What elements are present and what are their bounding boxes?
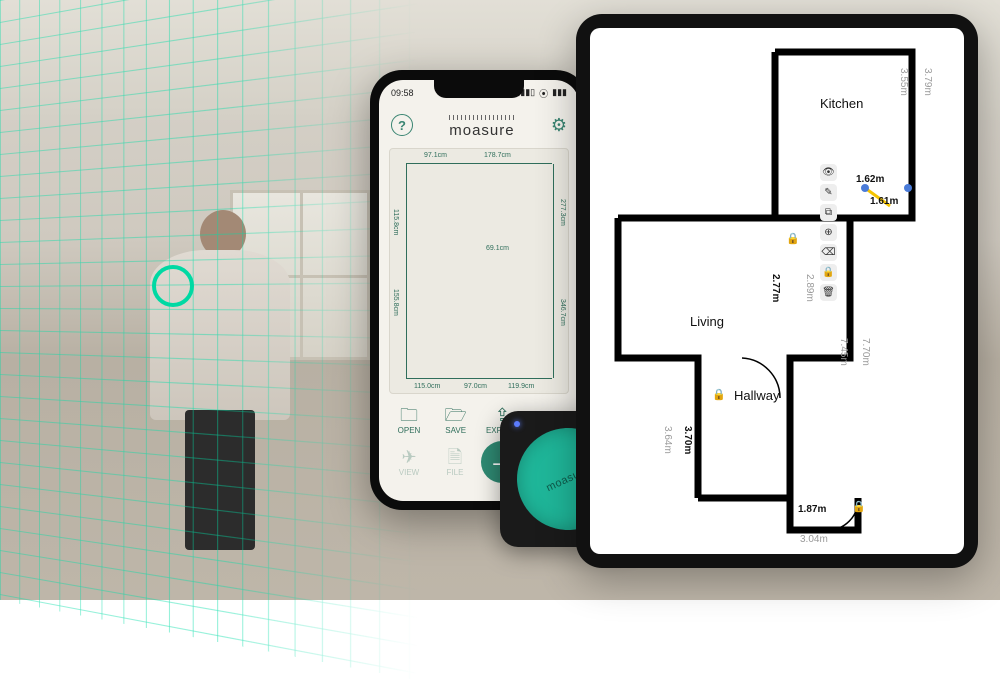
fp-dim-kitchen-door: 1.61m [870,196,898,207]
file-button[interactable]: 🗎 FILE [435,448,475,477]
fp-dim-hall-l: 3.64m [662,426,673,454]
fp-dim-mid-l: 2.77m [770,274,781,302]
person-using-device [140,210,300,510]
status-time: 09:58 [391,88,414,98]
room-label-living: Living [690,314,724,329]
dim-right2: 346.7cm [559,299,566,326]
open-button[interactable]: 🗀 OPEN [389,406,429,435]
file-label: FILE [447,468,464,477]
tool-add[interactable]: ⊕ [820,224,837,241]
fp-dim-hall-b: 7.70m [860,338,871,366]
fp-dim-mid-r: 2.89m [804,274,815,302]
tablet-mockup: Kitchen Living Hallway 3.55m 3.79m 1.62m… [576,14,978,568]
floor-plan-canvas[interactable]: Kitchen Living Hallway 3.55m 3.79m 1.62m… [590,28,964,554]
tool-remove[interactable]: ⌫ [820,244,837,261]
fp-dim-kitchen-l: 3.55m [898,68,909,96]
app-header: ? moasure ⚙ [379,106,579,144]
ar-cursor-ring [152,265,194,307]
dim-top-left: 97.1cm [424,152,447,159]
room-outline [406,163,552,379]
fp-dim-hall-lb: 3.70m [682,426,693,454]
lock-icon[interactable]: 🔒 [786,232,800,245]
dim-right1: 277.3cm [559,199,566,226]
lock-icon[interactable]: 🔒 [712,388,726,401]
view-button[interactable]: ✈ VIEW [389,448,429,477]
folder-icon: 🗀 [400,406,418,424]
tool-copy[interactable]: ⧉ [820,204,837,221]
dim-top-right: 178.7cm [484,152,511,159]
tool-edit[interactable]: ✎ [820,184,837,201]
app-brand-logo: moasure [449,115,514,139]
dim-step-w: 69.1cm [486,245,509,252]
battery-icon: ▮▮▮ [552,87,567,100]
fp-dim-entry: 1.87m [798,504,826,515]
dim-bot-left: 115.0cm [414,383,440,390]
fp-dim-bottom: 3.04m [800,534,828,545]
wifi-icon: ⦿ [539,87,548,100]
measurement-canvas[interactable]: 97.1cm 178.7cm 115.8cm 155.8cm 277.3cm 3… [389,148,569,394]
open-label: OPEN [398,426,421,435]
tool-visibility[interactable]: 👁 [820,164,837,181]
view-icon: ✈ [401,448,416,466]
dim-bot-right: 119.9cm [508,383,534,390]
folder-plus-icon: 🗁 [444,406,466,424]
fp-dim-kitchen-r: 3.79m [922,68,933,96]
phone-notch [434,80,524,98]
room-label-kitchen: Kitchen [820,96,863,111]
lock-icon[interactable]: 🔒 [852,500,866,513]
fp-dim-kitchen-side: 1.62m [856,174,884,185]
dim-left1: 115.8cm [392,209,399,235]
fp-dim-hall-a: 7.45m [838,338,849,366]
dim-left-lower: 155.8cm [392,289,399,316]
save-label: SAVE [445,426,466,435]
help-button[interactable]: ? [391,114,413,136]
tool-delete[interactable]: 🗑 [820,284,837,301]
tool-lock[interactable]: 🔒 [820,264,837,281]
view-label: VIEW [399,468,419,477]
point-edit-toolbar: 👁 ✎ ⧉ ⊕ ⌫ 🔒 🗑 [820,164,837,301]
save-button[interactable]: 🗁 SAVE [436,406,476,435]
file-icon: 🗎 [448,448,462,466]
settings-button[interactable]: ⚙ [551,115,567,136]
dim-bot-mid: 97.0cm [464,383,487,390]
room-label-hallway: Hallway [734,388,780,403]
